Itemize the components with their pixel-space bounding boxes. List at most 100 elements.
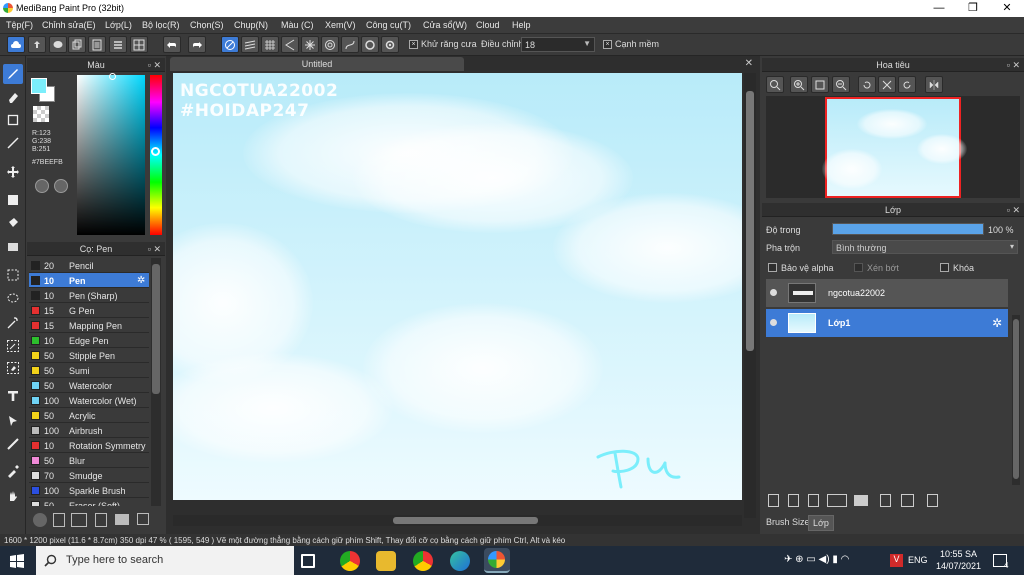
menu-view[interactable]: Xem(V) [325, 20, 356, 30]
brush-list-item[interactable]: 70 Smudge [29, 468, 149, 483]
menu-edit[interactable]: Chỉnh sửa(E) [42, 20, 96, 30]
zoom-in-icon[interactable] [766, 76, 784, 93]
comment-icon[interactable] [49, 36, 67, 53]
tab-layer[interactable]: Lớp [808, 515, 834, 531]
scrollbar-thumb[interactable] [1013, 319, 1019, 479]
select-rect-tool-icon[interactable] [3, 265, 23, 285]
cross-snap-icon[interactable] [261, 36, 279, 53]
tab-brush-size[interactable]: Brush Size [766, 517, 810, 527]
protect-alpha-checkbox[interactable] [768, 263, 777, 272]
upload-icon[interactable] [28, 36, 46, 53]
transparent-color-swatch[interactable] [33, 106, 49, 122]
menu-help[interactable]: Help [512, 20, 531, 30]
merge-layer-icon[interactable] [901, 494, 914, 507]
antialias-checkbox[interactable]: × [409, 40, 418, 49]
menu-file[interactable]: Tệp(F) [6, 20, 33, 30]
brush-list-item[interactable]: 50 Watercolor [29, 378, 149, 393]
menu-filter[interactable]: Bộ lọc(R) [142, 20, 180, 30]
visibility-eye-icon[interactable] [770, 319, 777, 326]
gear-icon[interactable]: ✲ [137, 275, 145, 286]
task-view-icon[interactable] [301, 554, 315, 568]
zoom-minus-icon[interactable] [832, 76, 850, 93]
redo-icon[interactable] [188, 36, 206, 53]
brush-list-item[interactable]: 50 Blur [29, 453, 149, 468]
taskbar-search-box[interactable]: Type here to search [36, 546, 294, 575]
layer-row[interactable]: ngcotua22002 [766, 279, 1008, 307]
menu-layer[interactable]: Lớp(L) [105, 20, 132, 30]
brush-tool-icon[interactable] [3, 64, 23, 84]
brush-list-scrollbar[interactable] [151, 258, 161, 506]
document-icon[interactable] [88, 36, 106, 53]
reset-view-icon[interactable] [878, 76, 896, 93]
radial-snap-icon[interactable] [301, 36, 319, 53]
visibility-eye-icon[interactable] [770, 289, 777, 296]
divide-tool-icon[interactable] [3, 434, 23, 454]
brush-list-item[interactable]: 15 G Pen [29, 303, 149, 318]
text-tool-icon[interactable] [3, 386, 23, 406]
document-close-icon[interactable]: ✕ [745, 58, 753, 69]
canvas-vertical-scrollbar[interactable] [744, 73, 756, 518]
duplicate-layer-icon[interactable] [880, 494, 891, 507]
magic-wand-tool-icon[interactable] [3, 313, 23, 333]
navigator-preview[interactable] [822, 97, 967, 198]
scrollbar-thumb[interactable] [746, 91, 754, 351]
blend-mode-select[interactable]: Bình thường ▾ [832, 240, 1018, 254]
select-eraser-tool-icon[interactable] [3, 358, 23, 378]
panel-close-icon[interactable]: ▫ ✕ [1007, 58, 1020, 72]
chrome-profile-icon[interactable] [413, 551, 433, 571]
flip-icon[interactable] [925, 76, 943, 93]
add-layer-menu-icon[interactable] [827, 494, 847, 507]
lock-checkbox[interactable] [940, 263, 949, 272]
move-tool-icon[interactable] [3, 162, 23, 182]
new-color-layer-icon[interactable] [788, 494, 799, 507]
brush-list-item[interactable]: 50 Acrylic [29, 408, 149, 423]
brush-list-item[interactable]: 100 Airbrush [29, 423, 149, 438]
settings-icon[interactable] [381, 36, 399, 53]
lasso-tool-icon[interactable] [3, 289, 23, 309]
zoom-plus-icon[interactable] [790, 76, 808, 93]
clock-date[interactable]: 14/07/2021 [936, 561, 981, 571]
soft-edge-checkbox[interactable]: × [603, 40, 612, 49]
brush-options-icon[interactable] [71, 513, 87, 527]
brush-list-item[interactable]: 10 Pen ✲ [29, 273, 149, 288]
brush-list-item[interactable]: 50 Eraser (Soft) [29, 498, 149, 506]
layer-list-scrollbar[interactable] [1012, 315, 1020, 485]
panel-close-icon[interactable]: ▫ ✕ [148, 242, 161, 256]
close-button[interactable]: ✕ [990, 0, 1024, 17]
cloud-icon[interactable] [7, 36, 25, 53]
fit-window-icon[interactable] [811, 76, 829, 93]
gradient-tool-icon[interactable] [3, 237, 23, 257]
list-icon[interactable] [109, 36, 127, 53]
language-indicator[interactable]: ENG [908, 555, 928, 565]
add-brush-icon[interactable] [33, 513, 47, 527]
menu-color[interactable]: Màu (C) [281, 20, 314, 30]
brush-list-item[interactable]: 10 Pen (Sharp) [29, 288, 149, 303]
file-explorer-icon[interactable] [376, 551, 396, 571]
trash-icon[interactable] [927, 494, 938, 507]
edge-icon[interactable] [450, 551, 470, 571]
concentric-snap-icon[interactable] [321, 36, 339, 53]
brush-list-item[interactable]: 50 Stipple Pen [29, 348, 149, 363]
clock-time[interactable]: 10:55 SA [940, 549, 977, 559]
maximize-button[interactable]: ❐ [956, 0, 990, 17]
eraser-tool-icon[interactable] [3, 87, 23, 107]
eyedropper-tool-icon[interactable] [3, 461, 23, 481]
brush-settings-icon[interactable] [137, 513, 149, 525]
new-layer-icon[interactable] [768, 494, 779, 507]
new-halftone-layer-icon[interactable] [808, 494, 819, 507]
operation-tool-icon[interactable] [3, 411, 23, 431]
grid-icon[interactable] [130, 36, 148, 53]
drawing-canvas[interactable]: NGCOTUA22002 #HOIDAP247 [173, 73, 742, 500]
bucket-tool-icon[interactable] [3, 213, 23, 233]
line-tool-icon[interactable] [3, 133, 23, 153]
copy-brush-icon[interactable] [95, 513, 107, 527]
windows-start-icon[interactable] [10, 554, 24, 568]
opacity-slider[interactable] [832, 223, 984, 235]
layer-row-selected[interactable]: Lớp1 ✲ [766, 309, 1008, 337]
color-picker-cursor[interactable] [109, 73, 116, 80]
brush-list-item[interactable]: 15 Mapping Pen [29, 318, 149, 333]
curve-snap-icon[interactable] [341, 36, 359, 53]
menu-snap[interactable]: Chụp(N) [234, 20, 268, 30]
panel-close-icon[interactable]: ▫ ✕ [1007, 203, 1020, 217]
hand-tool-icon[interactable] [3, 486, 23, 506]
